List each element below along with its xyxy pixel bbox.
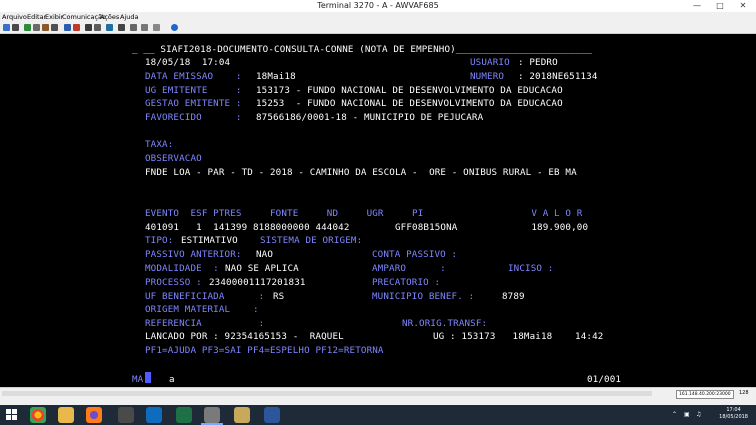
- menu-ajuda[interactable]: Ajuda: [120, 12, 138, 22]
- keypad-icon[interactable]: [85, 24, 92, 31]
- table-row: 401091 1 141399 8188000000 444042 GFF08B…: [145, 222, 589, 233]
- chrome-icon[interactable]: [30, 407, 46, 423]
- page-indicator: 01/001: [587, 374, 622, 385]
- settings-icon[interactable]: [106, 24, 113, 31]
- open-icon[interactable]: [12, 24, 19, 31]
- observacao-label: OBSERVACAO: [145, 153, 202, 164]
- tray-arrow-icon[interactable]: ⌃: [672, 411, 677, 418]
- conta-passivo-label: CONTA PASSIVO :: [372, 249, 458, 260]
- inciso-label: INCISO :: [508, 263, 554, 274]
- cut-icon[interactable]: [51, 24, 58, 31]
- precatorio-label: PRECATORIO :: [372, 277, 441, 288]
- window-title: Terminal 3270 - A - AWVAF685: [317, 1, 439, 10]
- clock-date: 18/05/2018: [719, 414, 748, 420]
- volume-icon[interactable]: ♫: [696, 411, 701, 418]
- processo-label: PROCESSO :: [145, 277, 202, 288]
- passivo-anterior-label: PASSIVO ANTERIOR:: [145, 249, 242, 260]
- paint-icon[interactable]: [234, 407, 250, 423]
- help-icon[interactable]: [171, 24, 178, 31]
- tipo-value: ESTIMATIVO: [181, 235, 238, 246]
- connection-status: 161.148.40.200:23000: [676, 390, 734, 399]
- network-icon[interactable]: ▣: [684, 411, 690, 418]
- processo-value: 23400001117201831: [209, 277, 306, 288]
- paste-icon[interactable]: [33, 24, 40, 31]
- uf-beneficiada-value: RS: [273, 291, 285, 302]
- uf-beneficiada-label: UF BENEFICIADA :: [145, 291, 265, 302]
- excel-icon[interactable]: [176, 407, 192, 423]
- observacao-text: FNDE LOA - PAR - TD - 2018 - CAMINHO DA …: [145, 167, 577, 178]
- macro-icon[interactable]: [94, 24, 101, 31]
- display-icon[interactable]: [118, 24, 125, 31]
- toolbar: [0, 22, 756, 34]
- windows-start-icon[interactable]: [6, 409, 18, 421]
- datetime: 18/05/18 17:04: [145, 57, 231, 68]
- firefox-icon[interactable]: [86, 407, 102, 423]
- command-prefix: MA: [132, 374, 144, 385]
- taskbar-clock[interactable]: 17:04 18/05/2018: [719, 407, 748, 421]
- horizontal-scrollbar[interactable]: [2, 391, 652, 396]
- screen-header: _ __ SIAFI2018-DOCUMENTO-CONSULTA-CONNE …: [132, 44, 593, 55]
- usuario-value: : PEDRO: [518, 57, 558, 68]
- record-icon[interactable]: [130, 24, 137, 31]
- function-keys[interactable]: PF1=AJUDA PF3=SAI PF4=ESPELHO PF12=RETOR…: [145, 345, 384, 356]
- terminal-app-icon[interactable]: [204, 407, 220, 423]
- modalidade-value: NAO SE APLICA: [225, 263, 299, 274]
- new-session-icon[interactable]: [3, 24, 10, 31]
- modalidade-label: MODALIDADE :: [145, 263, 219, 274]
- favorecido-value: 87566186/0001-18 - MUNICIPIO DE PEJUCARA: [256, 112, 484, 123]
- referencia-label: REFERENCIA :: [145, 318, 265, 329]
- minimize-icon[interactable]: —: [686, 1, 708, 11]
- taskbar: ⌃ ▣ ♫ 17:04 18/05/2018: [0, 405, 756, 425]
- gestao-emitente-label: GESTAO EMITENTE :: [145, 98, 242, 109]
- table-header: EVENTO ESF PTRES FONTE ND UGR PI V A L O…: [145, 208, 583, 219]
- origem-material-label: ORIGEM MATERIAL :: [145, 304, 259, 315]
- status-count: 128: [739, 390, 749, 396]
- send-icon[interactable]: [64, 24, 71, 31]
- receive-icon[interactable]: [73, 24, 80, 31]
- menu-exibir[interactable]: Exibir: [45, 12, 63, 22]
- maximize-icon[interactable]: □: [709, 1, 731, 11]
- amparo-label: AMPARO :: [372, 263, 446, 274]
- ug-emitente-label: UG EMITENTE :: [145, 85, 242, 96]
- gestao-emitente-value: 15253 - FUNDO NACIONAL DE DESENVOLVIMENT…: [256, 98, 563, 109]
- command-input[interactable]: a: [169, 374, 175, 385]
- lancado-ug: UG : 153173 18Mai18 14:42: [433, 331, 604, 342]
- municipio-benef-label: MUNICIPIO BENEF. :: [372, 291, 475, 302]
- close-icon[interactable]: ✕: [732, 1, 754, 11]
- outlook-icon[interactable]: [146, 407, 162, 423]
- stop-icon[interactable]: [153, 24, 160, 31]
- favorecido-label: FAVORECIDO :: [145, 112, 242, 123]
- data-emissao-label: DATA EMISSAO :: [145, 71, 242, 82]
- clock-time: 17:04: [726, 407, 741, 413]
- taxa-label: TAXA:: [145, 139, 174, 150]
- file-explorer-icon[interactable]: [58, 407, 74, 423]
- lancado-por: LANCADO POR : 92354165153 - RAQUEL: [145, 331, 344, 342]
- terminal-screen[interactable]: _ __ SIAFI2018-DOCUMENTO-CONSULTA-CONNE …: [0, 34, 756, 405]
- text-cursor: [145, 372, 151, 383]
- menu-arquivo[interactable]: Arquivo: [2, 12, 27, 22]
- print-icon[interactable]: [42, 24, 49, 31]
- menu-acoes[interactable]: Ações: [100, 12, 119, 22]
- nr-orig-transf-label: NR.ORIG.TRANSF:: [402, 318, 488, 329]
- menu-bar: Arquivo Editar Exibir Comunicação Ações …: [0, 12, 756, 22]
- app-icon[interactable]: [118, 407, 134, 423]
- copy-icon[interactable]: [24, 24, 31, 31]
- usuario-label: USUARIO: [470, 57, 510, 68]
- numero-label: NUMERO: [470, 71, 505, 82]
- ug-emitente-value: 153173 - FUNDO NACIONAL DE DESENVOLVIMEN…: [256, 85, 563, 96]
- tipo-label: TIPO:: [145, 235, 174, 246]
- menu-editar[interactable]: Editar: [27, 12, 46, 22]
- numero-value: : 2018NE651134: [518, 71, 598, 82]
- passivo-anterior-value: NAO: [256, 249, 274, 260]
- municipio-benef-value: 8789: [502, 291, 525, 302]
- word-icon[interactable]: [264, 407, 280, 423]
- play-icon[interactable]: [141, 24, 148, 31]
- data-emissao-value: 18Mai18: [256, 71, 296, 82]
- status-bar: 161.148.40.200:23000 128: [0, 387, 756, 406]
- sistema-origem-label: SISTEMA DE ORIGEM:: [260, 235, 363, 246]
